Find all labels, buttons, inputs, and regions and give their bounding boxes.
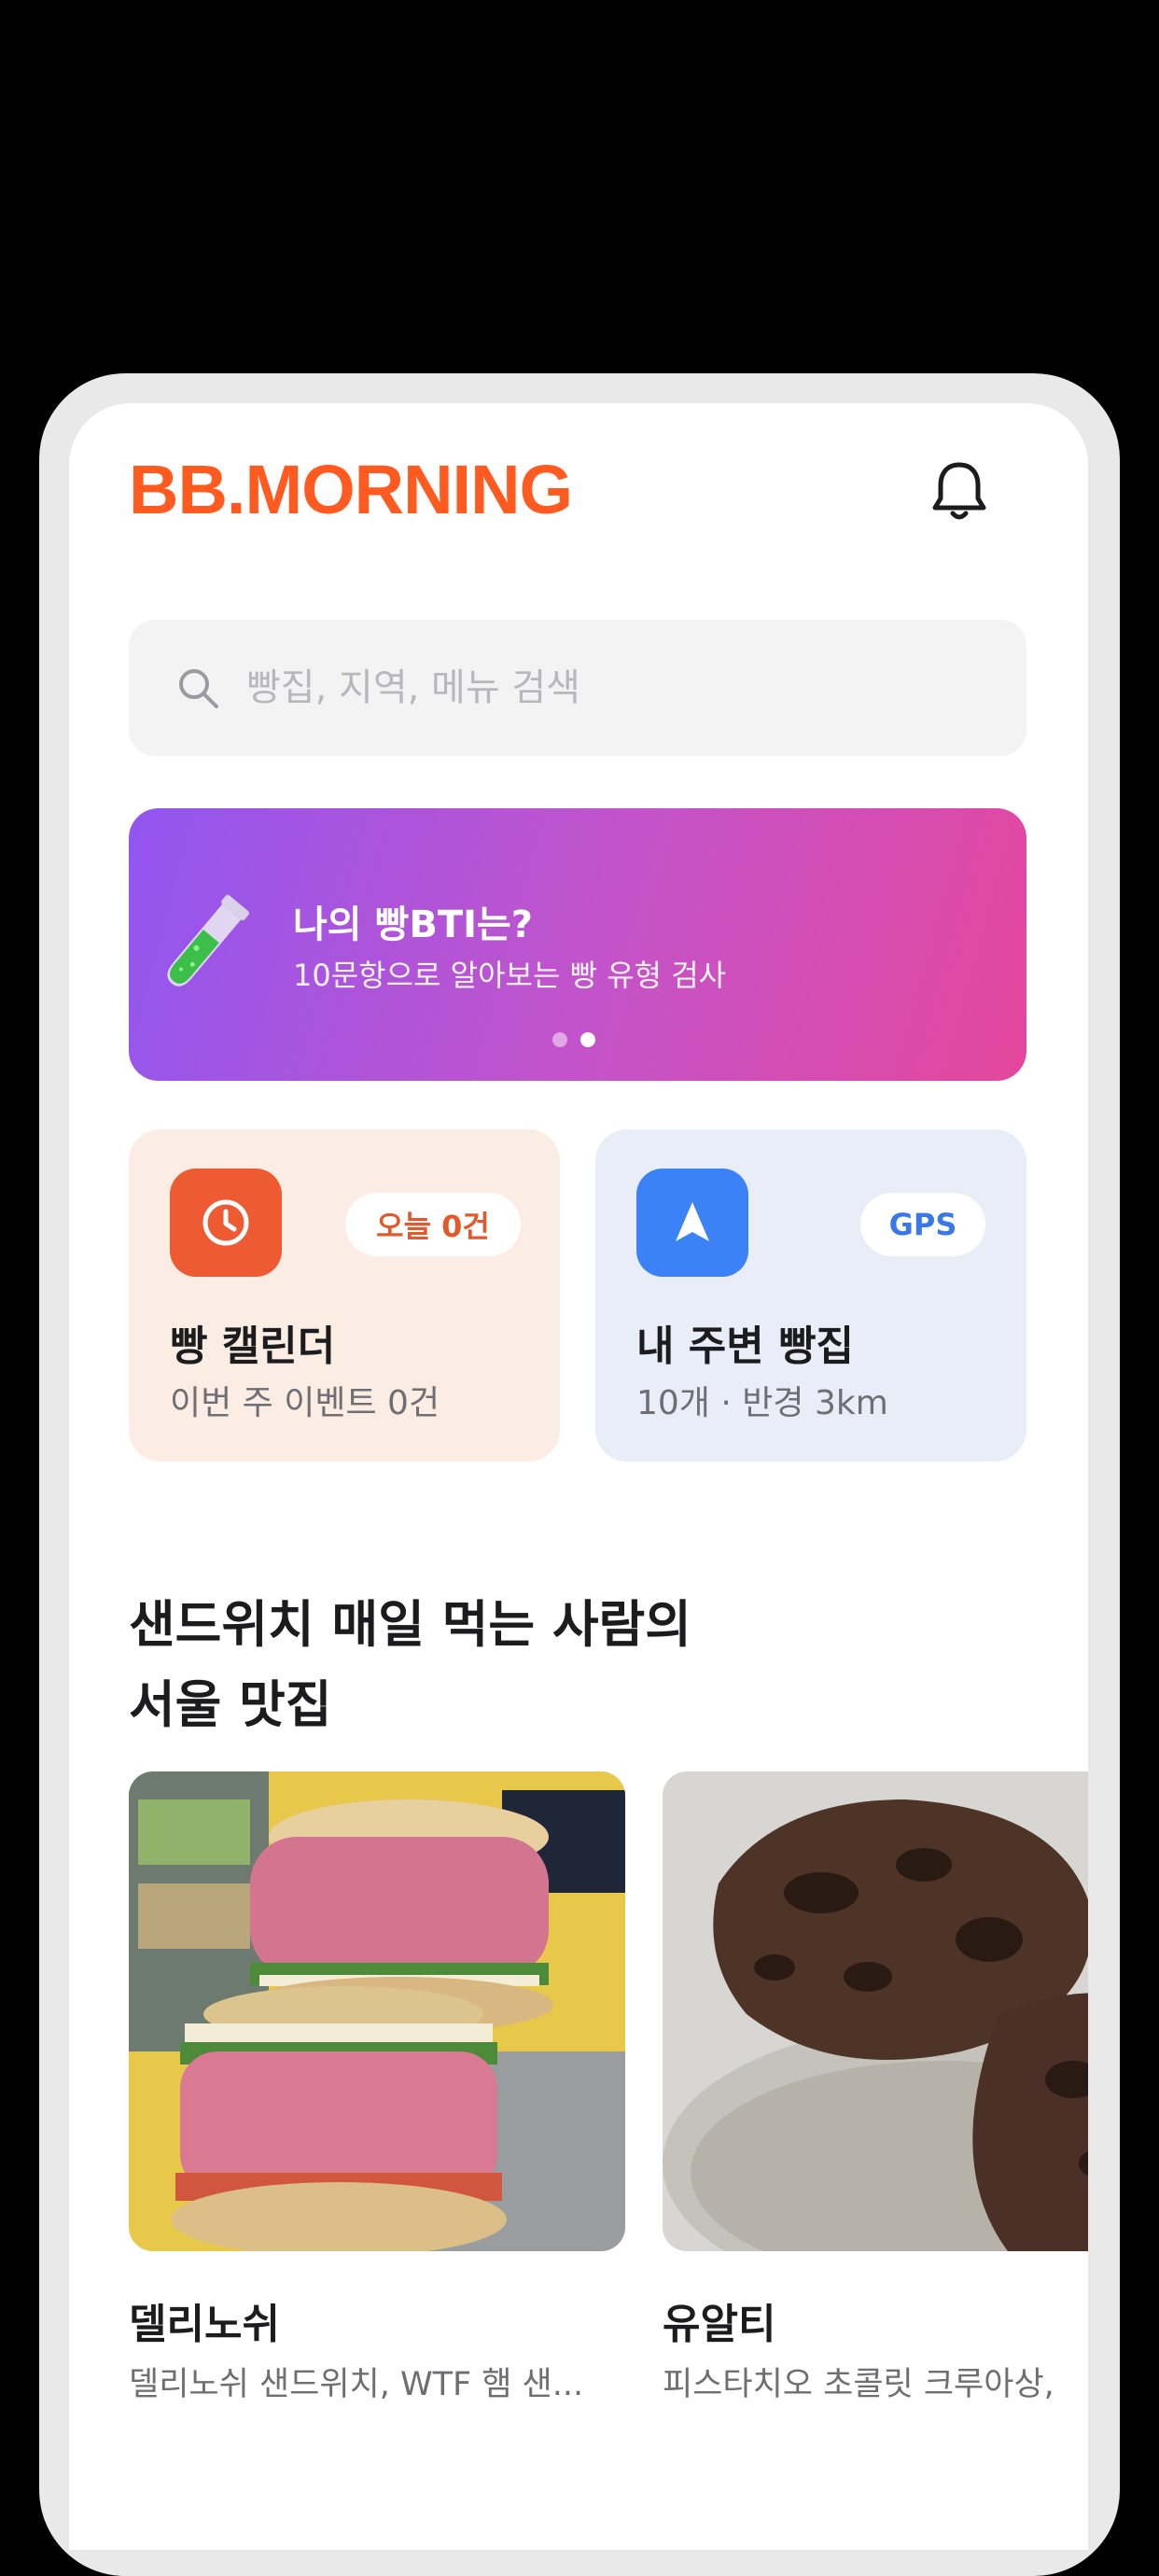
gps-badge: GPS <box>860 1193 985 1256</box>
shop-photo-bread <box>663 1771 1088 2251</box>
section-title-line1: 샌드위치 매일 먹는 사람의 <box>129 1595 691 1654</box>
shop-name: 유알티 <box>663 2301 776 2348</box>
page-dot-active[interactable] <box>580 1032 595 1047</box>
test-tube-icon <box>167 894 249 987</box>
shop-description: 델리노쉬 샌드위치, WTF 햄 샌... <box>129 2366 584 2403</box>
app-logo: BB.MORNING <box>129 451 573 528</box>
calendar-title: 빵 캘린더 <box>170 1323 336 1370</box>
nearby-title: 내 주변 빵집 <box>636 1323 855 1370</box>
calendar-subtitle: 이번 주 이벤트 0건 <box>170 1384 440 1422</box>
shop-photo-sandwich <box>129 1771 625 2251</box>
page-dot[interactable] <box>552 1032 567 1047</box>
nearby-bakeries-card[interactable]: GPS 내 주변 빵집 10개 · 반경 3km <box>595 1129 1026 1462</box>
app-screen: BB.MORNING 나의 빵BTI는? 10문항으로 알아보는 빵 유형 검사 <box>69 403 1088 2550</box>
today-count-badge: 오늘 0건 <box>345 1193 521 1256</box>
app-header: BB.MORNING <box>69 403 1088 562</box>
bell-icon[interactable] <box>928 457 991 525</box>
shop-card-urt[interactable]: 유알티 피스타치오 초콜릿 크루아상, <box>663 1771 1088 2403</box>
bread-bti-banner[interactable]: 나의 빵BTI는? 10문항으로 알아보는 빵 유형 검사 <box>129 808 1026 1081</box>
shop-name: 델리노쉬 <box>129 2301 280 2348</box>
section-title-line2: 서울 맛집 <box>129 1675 332 1734</box>
nearby-subtitle: 10개 · 반경 3km <box>636 1384 888 1422</box>
banner-title: 나의 빵BTI는? <box>293 903 533 946</box>
clock-icon <box>170 1169 282 1277</box>
banner-subtitle: 10문항으로 알아보는 빵 유형 검사 <box>293 958 727 993</box>
search-input[interactable] <box>244 665 957 710</box>
navigation-arrow-icon <box>636 1169 748 1277</box>
section-title: 샌드위치 매일 먹는 사람의 서울 맛집 <box>129 1585 969 1745</box>
search-icon <box>179 669 218 708</box>
shop-description: 피스타치오 초콜릿 크루아상, <box>663 2366 1054 2403</box>
search-bar[interactable] <box>129 620 1026 756</box>
bread-calendar-card[interactable]: 오늘 0건 빵 캘린더 이번 주 이벤트 0건 <box>129 1129 560 1462</box>
shop-card-delinosh[interactable]: 델리노쉬 델리노쉬 샌드위치, WTF 햄 샌... <box>129 1771 625 2403</box>
page-indicator <box>552 1032 595 1047</box>
